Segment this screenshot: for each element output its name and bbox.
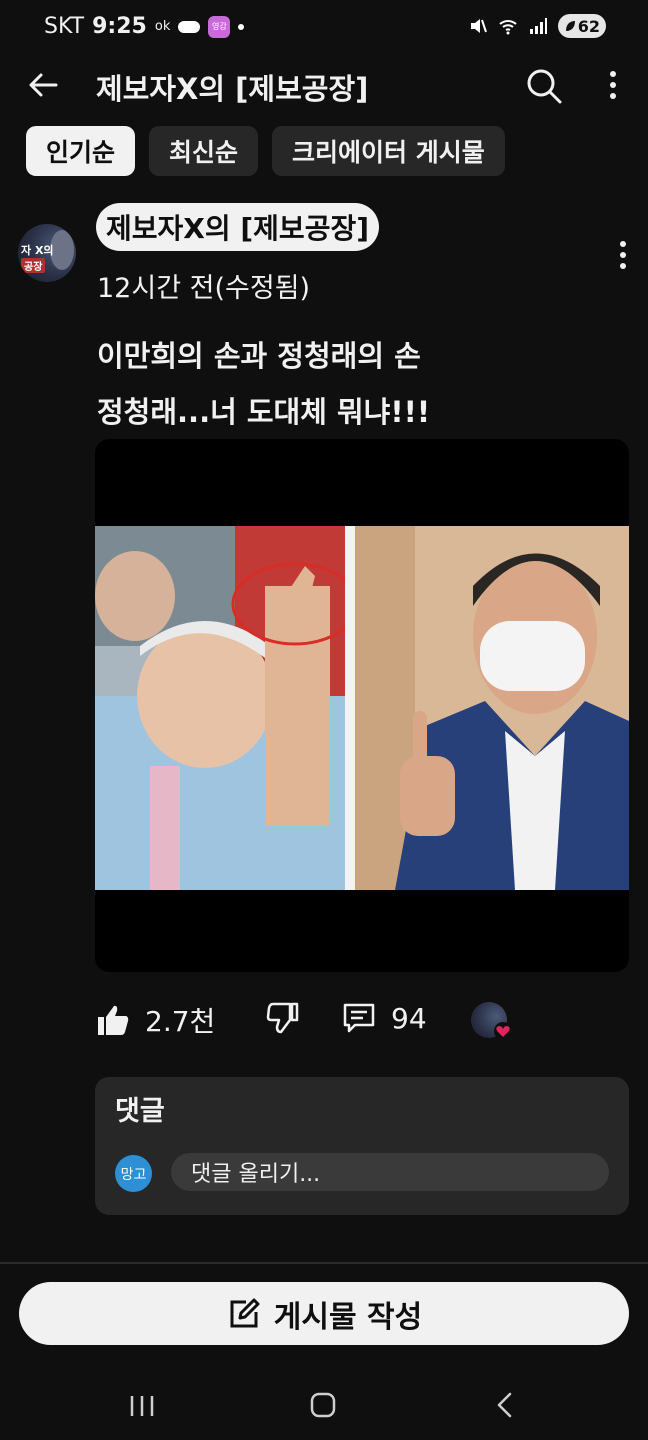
cloud-icon — [178, 20, 201, 33]
channel-name[interactable]: 제보자X의 [제보공장] — [96, 203, 380, 251]
mute-icon — [470, 19, 487, 33]
nav-back-icon[interactable] — [492, 1390, 518, 1420]
photo-collage — [95, 526, 629, 890]
heart-icon — [494, 1022, 512, 1040]
comment-icon — [343, 1003, 375, 1033]
battery-saver-icon — [565, 21, 575, 31]
comment-action[interactable]: 94 — [341, 1000, 427, 1036]
post-actions: 2.7천 94 — [95, 1000, 635, 1050]
chip-creator-posts[interactable]: 크리에이터 게시물 — [272, 126, 505, 176]
battery-level: 62 — [577, 16, 600, 36]
signal-icon — [529, 18, 547, 34]
more-notifications-dot — [238, 23, 245, 30]
like-count: 2.7천 — [145, 1005, 216, 1038]
page-title: 제보자X의 [제보공장] — [96, 72, 369, 106]
search-icon[interactable] — [524, 66, 564, 106]
post-text-line: 정청래...너 도대체 뭐냐!!! — [97, 395, 431, 429]
clock: 9:25 — [92, 14, 147, 39]
post-text-line: 이만희의 손과 정청래의 손 — [97, 339, 421, 373]
edit-icon — [230, 1298, 260, 1327]
write-post-button[interactable]: 게시물 작성 — [19, 1282, 629, 1345]
chip-newest[interactable]: 최신순 — [149, 126, 259, 176]
dislike-action[interactable] — [265, 1000, 301, 1036]
post-more-options-icon[interactable] — [608, 238, 638, 272]
thumbs-down-icon — [266, 1002, 299, 1034]
comment-count: 94 — [391, 1001, 427, 1035]
post-image[interactable] — [95, 439, 629, 972]
thumbs-up-icon — [98, 1005, 129, 1035]
back-arrow-icon[interactable] — [26, 68, 60, 102]
comments-heading: 댓글 — [115, 1096, 165, 1127]
divider — [0, 1262, 648, 1264]
status-bar: SKT 9:25 ok 영감 62 — [0, 0, 648, 50]
system-nav-bar — [0, 1372, 648, 1440]
home-icon[interactable] — [308, 1390, 338, 1420]
avatar-text: 자 X의 — [21, 244, 54, 257]
post-body: 이만희의 손과 정청래의 손 정청래...너 도대체 뭐냐!!! — [97, 328, 430, 440]
sort-chips: 인기순 최신순 크리에이터 게시물 — [26, 126, 505, 176]
ok-icon: ok — [154, 19, 171, 34]
post-timestamp: 12시간 전(수정됨) — [97, 273, 311, 304]
wifi-icon — [499, 20, 517, 35]
comment-input[interactable]: 댓글 올리기... — [171, 1153, 609, 1191]
write-post-label: 게시물 작성 — [273, 1299, 423, 1335]
channel-avatar[interactable]: 자 X의 공장 — [18, 224, 76, 282]
more-options-icon[interactable] — [598, 68, 628, 102]
avatar-badge: 공장 — [21, 258, 46, 273]
user-avatar: 망고 — [115, 1155, 152, 1192]
carrier-label: SKT — [44, 14, 85, 39]
comments-panel[interactable]: 댓글 망고 댓글 올리기... — [95, 1077, 629, 1215]
battery-indicator: 62 — [557, 14, 606, 38]
app-notification-icon: 영감 — [208, 15, 231, 38]
chip-popular[interactable]: 인기순 — [26, 126, 136, 176]
like-action[interactable]: 2.7천 — [95, 1000, 215, 1040]
top-app-bar: 제보자X의 [제보공장] — [0, 52, 648, 116]
recent-apps-icon[interactable] — [128, 1392, 156, 1420]
